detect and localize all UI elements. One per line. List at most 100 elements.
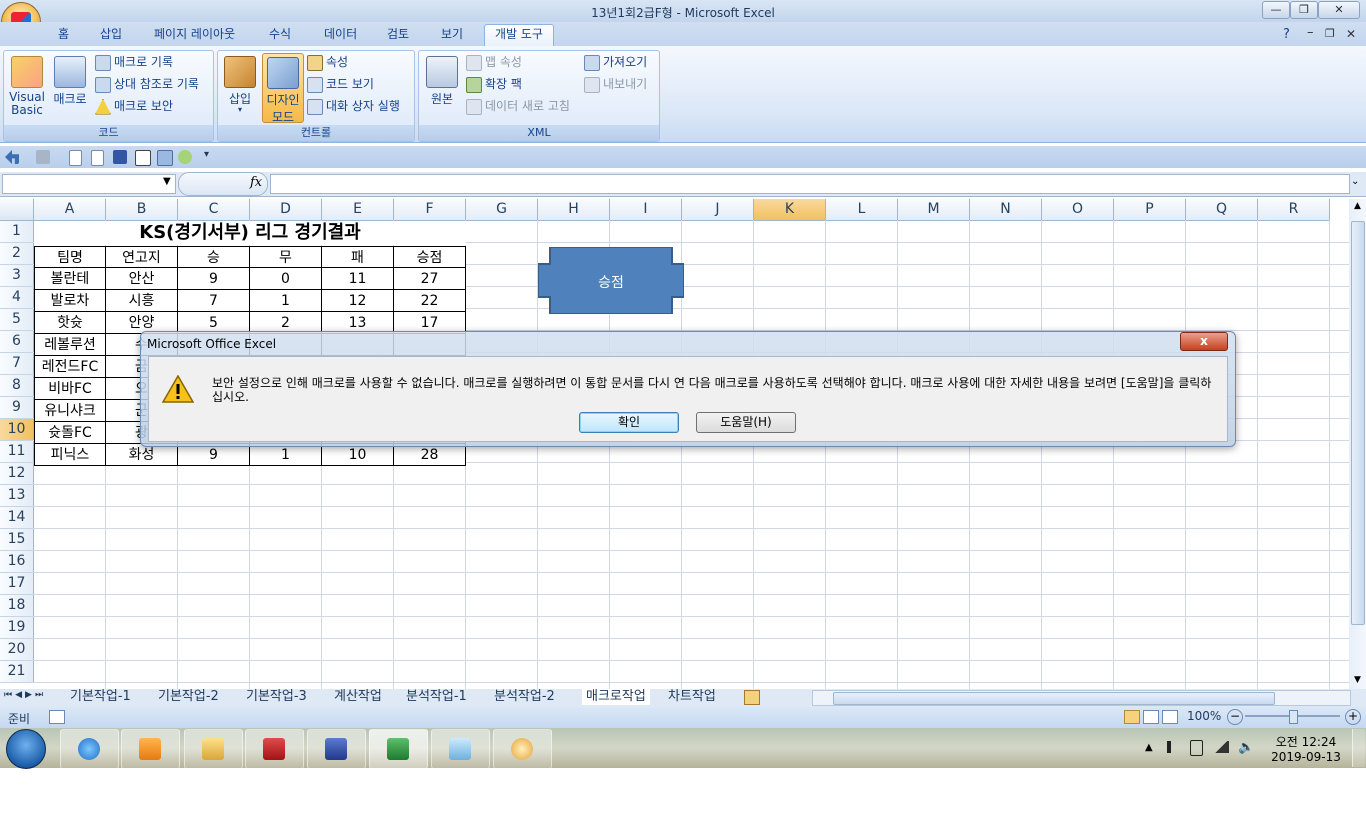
row-header-1[interactable]: 1: [0, 221, 34, 243]
column-header-n[interactable]: N: [970, 199, 1042, 221]
minimize-button[interactable]: —: [1262, 1, 1290, 19]
map-properties-button[interactable]: 맵 속성: [466, 52, 522, 72]
table-cell[interactable]: 27: [394, 268, 466, 290]
sheet-tab[interactable]: 차트작업: [668, 689, 716, 705]
table-cell[interactable]: 12: [322, 290, 394, 312]
select-all-corner[interactable]: [0, 199, 34, 221]
row-header-15[interactable]: 15: [0, 529, 34, 551]
column-header-q[interactable]: Q: [1186, 199, 1258, 221]
macro-record-status-icon[interactable]: [49, 710, 65, 724]
column-header-p[interactable]: P: [1114, 199, 1186, 221]
tab-insert[interactable]: 삽입: [90, 25, 132, 44]
name-box[interactable]: [2, 174, 176, 194]
row-header-11[interactable]: 11: [0, 441, 34, 463]
header-cell[interactable]: 팀명: [34, 246, 106, 268]
row-header-17[interactable]: 17: [0, 573, 34, 595]
taskbar-pdf[interactable]: [245, 729, 304, 769]
xml-source-button[interactable]: 원본: [424, 56, 460, 107]
row-header-10[interactable]: 10: [0, 419, 34, 441]
tab-view[interactable]: 보기: [431, 25, 473, 44]
zoom-level[interactable]: 100%: [1187, 709, 1221, 723]
table-cell[interactable]: 안산: [106, 268, 178, 290]
taskbar-excel[interactable]: [369, 729, 428, 769]
table-cell[interactable]: 1: [250, 444, 322, 466]
scroll-up-icon[interactable]: ▲: [1351, 201, 1364, 213]
column-header-g[interactable]: G: [466, 199, 538, 221]
insert-control-button[interactable]: 삽입 ▾: [222, 56, 258, 114]
tab-review[interactable]: 검토: [377, 25, 419, 44]
taskbar-gsc[interactable]: [307, 729, 366, 769]
scroll-thumb[interactable]: [1351, 221, 1365, 625]
page-layout-view-icon[interactable]: [1143, 710, 1159, 724]
horizontal-scrollbar[interactable]: [812, 690, 1351, 706]
column-header-o[interactable]: O: [1042, 199, 1114, 221]
tab-data[interactable]: 데이터: [314, 25, 367, 44]
table-cell[interactable]: 22: [394, 290, 466, 312]
table-cell[interactable]: 10: [322, 444, 394, 466]
refresh-data-button[interactable]: 데이터 새로 고침: [466, 96, 570, 116]
tab-home[interactable]: 홈: [48, 25, 79, 44]
restore-button[interactable]: ❐: [1290, 1, 1318, 19]
header-cell[interactable]: 승: [178, 246, 250, 268]
borders-icon[interactable]: [135, 150, 151, 166]
sheet-tab[interactable]: 기본작업-3: [246, 689, 307, 705]
help-icon[interactable]: ?: [1283, 27, 1290, 42]
column-header-l[interactable]: L: [826, 199, 898, 221]
tab-formulas[interactable]: 수식: [259, 25, 301, 44]
visual-basic-button[interactable]: Visual Basic: [6, 56, 48, 117]
table-cell[interactable]: 핫슛: [34, 312, 106, 334]
taskbar-media[interactable]: [121, 729, 180, 769]
row-header-12[interactable]: 12: [0, 463, 34, 485]
table-cell[interactable]: 시흥: [106, 290, 178, 312]
sheet-title-cell[interactable]: KS(경기서부) 리그 경기결과: [34, 221, 466, 245]
relative-reference-button[interactable]: 상대 참조로 기록: [95, 74, 199, 94]
taskbar-notes[interactable]: [431, 729, 490, 769]
expand-formula-bar-icon[interactable]: ⌄: [1351, 176, 1359, 187]
sheet-tab[interactable]: 기본작업-1: [70, 689, 131, 705]
column-header-d[interactable]: D: [250, 199, 322, 221]
taskbar-ie[interactable]: [60, 729, 119, 769]
column-header-c[interactable]: C: [178, 199, 250, 221]
header-cell[interactable]: 패: [322, 246, 394, 268]
import-button[interactable]: 가져오기: [584, 52, 647, 72]
close-button[interactable]: ✕: [1318, 1, 1360, 19]
sheet-tab[interactable]: 계산작업: [334, 689, 382, 705]
table-cell[interactable]: 0: [250, 268, 322, 290]
sheet-tab[interactable]: 기본작업-2: [158, 689, 219, 705]
row-header-8[interactable]: 8: [0, 375, 34, 397]
ribbon-close-button[interactable]: ✕: [1346, 27, 1356, 41]
table-cell[interactable]: 레전드FC: [34, 356, 106, 378]
column-header-r[interactable]: R: [1258, 199, 1330, 221]
table-cell[interactable]: 슛돌FC: [34, 422, 106, 444]
taskbar-explorer[interactable]: [184, 729, 243, 769]
zoom-out-icon[interactable]: −: [1227, 709, 1243, 725]
header-cell[interactable]: 연고지: [106, 246, 178, 268]
tab-page-layout[interactable]: 페이지 레이아웃: [144, 25, 245, 44]
redo-icon[interactable]: [36, 150, 50, 164]
row-header-7[interactable]: 7: [0, 353, 34, 375]
horizontal-scroll-thumb[interactable]: [833, 692, 1275, 705]
column-header-a[interactable]: A: [34, 199, 106, 221]
column-header-j[interactable]: J: [682, 199, 754, 221]
table-cell[interactable]: 레볼루션: [34, 334, 106, 356]
design-mode-button[interactable]: 디자인 모드: [262, 53, 304, 124]
table-cell[interactable]: 비바FC: [34, 378, 106, 400]
column-header-k[interactable]: K: [754, 199, 826, 221]
tab-developer[interactable]: 개발 도구: [484, 24, 554, 46]
name-box-dropdown-icon[interactable]: ▼: [163, 176, 171, 187]
table-cell[interactable]: 유니샤크: [34, 400, 106, 422]
row-header-4[interactable]: 4: [0, 287, 34, 309]
run-dialog-button[interactable]: 대화 상자 실행: [307, 96, 400, 116]
insert-sheet-icon[interactable]: [744, 690, 760, 705]
sheet-nav-arrows[interactable]: ⏮◀▶⏭: [4, 690, 46, 700]
volume-icon[interactable]: 🔈: [1238, 740, 1254, 755]
properties-button[interactable]: 속성: [307, 52, 348, 72]
sheet-tab[interactable]: 매크로작업: [582, 689, 650, 705]
row-header-5[interactable]: 5: [0, 309, 34, 331]
table-cell[interactable]: 9: [178, 444, 250, 466]
column-header-i[interactable]: I: [610, 199, 682, 221]
row-header-19[interactable]: 19: [0, 617, 34, 639]
start-button[interactable]: [6, 729, 46, 769]
dialog-close-button[interactable]: x: [1180, 332, 1228, 351]
column-header-h[interactable]: H: [538, 199, 610, 221]
